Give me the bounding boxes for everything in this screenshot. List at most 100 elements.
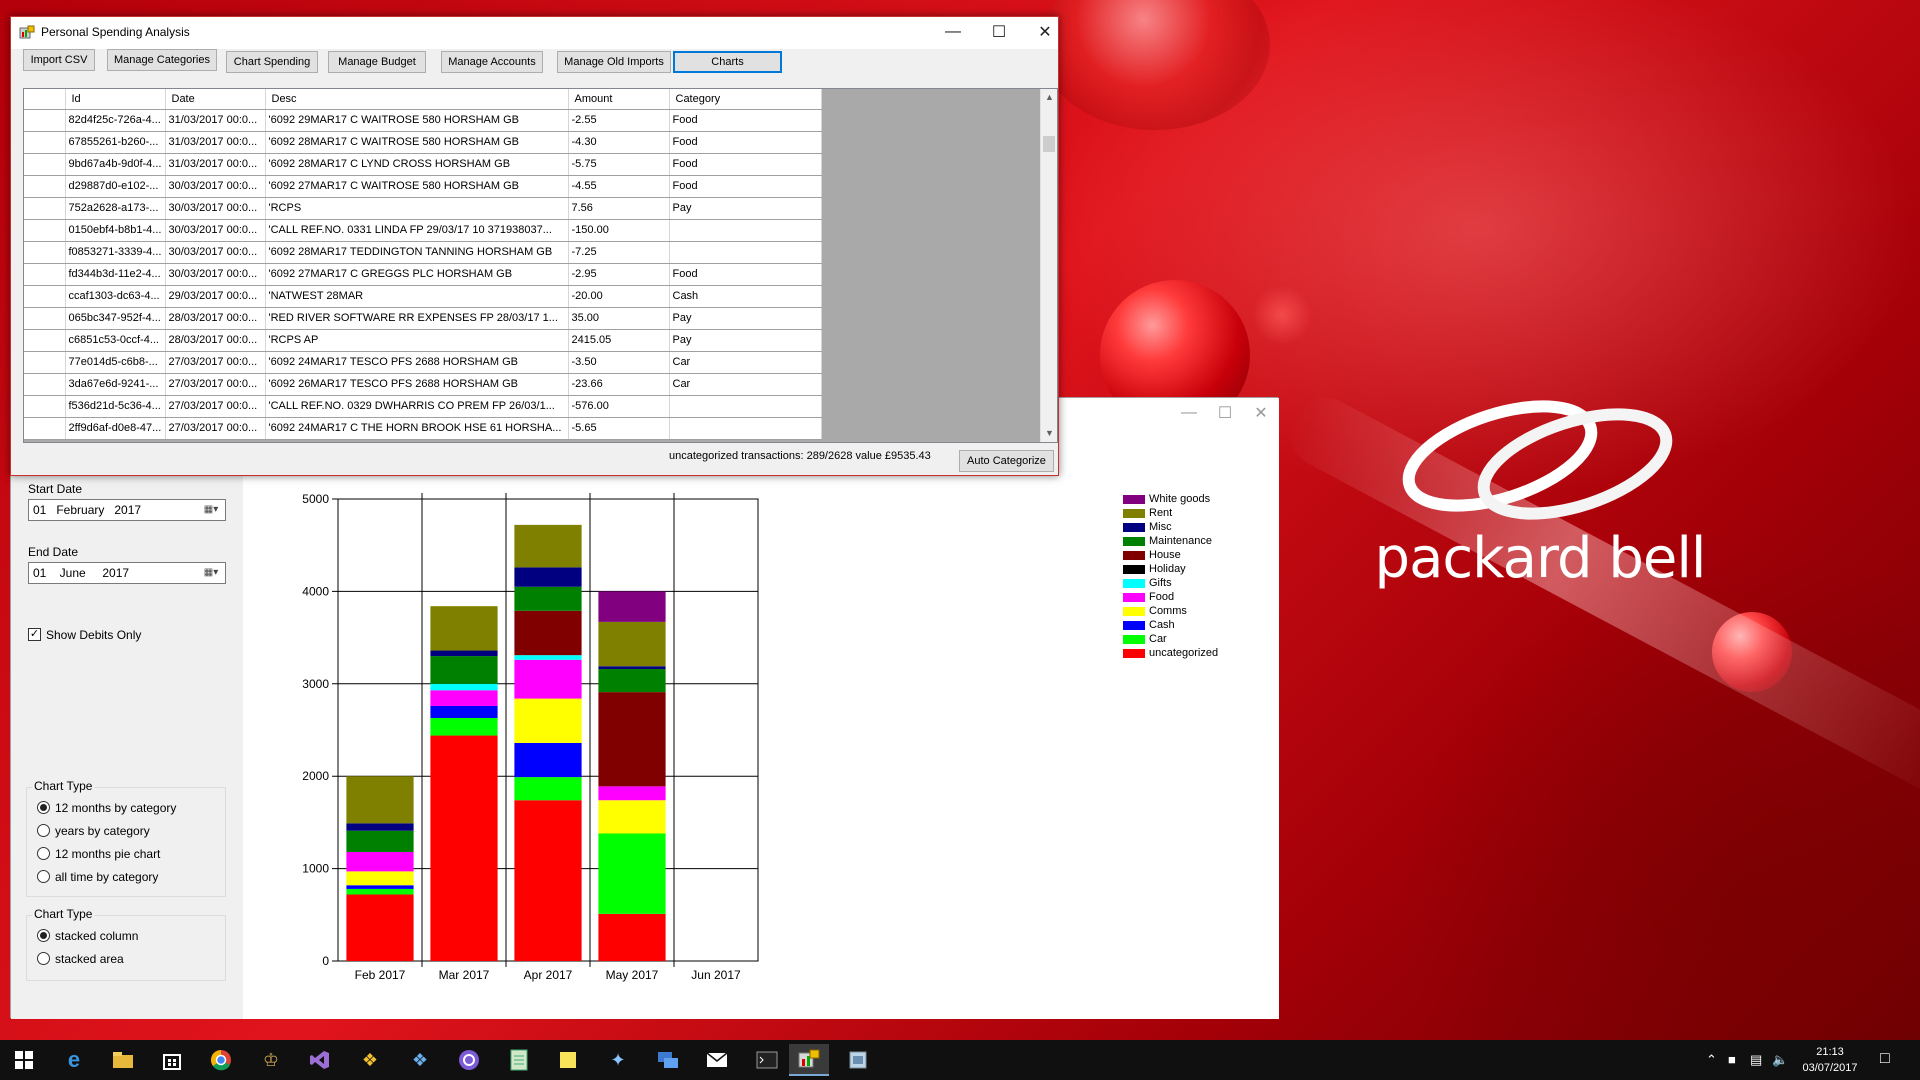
date-cell[interactable]: 28/03/2017 00:0... [165,329,266,352]
desc-column-header[interactable]: Desc [265,89,569,110]
desc-cell[interactable]: 'RED RIVER SOFTWARE RR EXPENSES FP 28/03… [265,307,569,330]
tray-app-icon[interactable]: ■ [1728,1052,1736,1067]
git-extensions-icon[interactable]: ❖ [400,1044,440,1076]
desc-cell[interactable]: '6092 27MAR17 C GREGGS PLC HORSHAM GB [265,263,569,286]
date-cell[interactable]: 27/03/2017 00:0... [165,395,266,418]
maximize-icon[interactable]: ☐ [976,17,1022,47]
edge-icon[interactable]: e [54,1044,94,1076]
category-cell[interactable] [669,395,822,418]
id-cell[interactable]: 752a2628-a173-... [65,197,166,220]
desc-cell[interactable]: 'NATWEST 28MAR [265,285,569,308]
date-cell[interactable]: 31/03/2017 00:0... [165,131,266,154]
amount-cell[interactable]: -5.65 [568,417,670,440]
id-cell[interactable]: 9bd67a4b-9d0f-4... [65,153,166,176]
screenshot-icon[interactable] [838,1044,878,1076]
desc-cell[interactable]: '6092 24MAR17 TESCO PFS 2688 HORSHAM GB [265,351,569,374]
table-row[interactable]: ccaf1303-dc63-4... 29/03/2017 00:0... 'NAT… [24,285,822,308]
sticky-notes-icon[interactable] [548,1044,588,1076]
amount-cell[interactable]: -576.00 [568,395,670,418]
tray-overflow-chevron-icon[interactable]: ⌃ [1706,1052,1717,1068]
amount-column-header[interactable]: Amount [568,89,670,110]
category-cell[interactable] [669,219,822,242]
desc-cell[interactable]: '6092 28MAR17 C LYND CROSS HORSHAM GB [265,153,569,176]
table-row[interactable]: 0150ebf4-b8b1-4... 30/03/2017 00:0... 'CAL… [24,219,822,242]
date-cell[interactable]: 31/03/2017 00:0... [165,153,266,176]
row-header-cell[interactable] [24,373,66,396]
amount-cell[interactable]: -3.50 [568,351,670,374]
game-icon[interactable]: ♔ [251,1044,291,1076]
amount-cell[interactable]: -20.00 [568,285,670,308]
manage-budget-button[interactable]: Manage Budget [328,51,426,73]
amount-cell[interactable]: 2415.05 [568,329,670,352]
date-cell[interactable]: 27/03/2017 00:0... [165,373,266,396]
chart-spending-button[interactable]: Chart Spending [226,51,318,73]
category-cell[interactable]: Food [669,175,822,198]
row-header-cell[interactable] [24,263,66,286]
row-header-cell[interactable] [24,219,66,242]
date-cell[interactable]: 30/03/2017 00:0... [165,197,266,220]
desc-cell[interactable]: 'CALL REF.NO. 0329 DWHARRIS CO PREM FP 2… [265,395,569,418]
amount-cell[interactable]: -4.30 [568,131,670,154]
date-cell[interactable]: 30/03/2017 00:0... [165,241,266,264]
date-column-header[interactable]: Date [165,89,266,110]
id-cell[interactable]: 2ff9d6af-d0e8-47... [65,417,166,440]
row-header-column[interactable] [24,89,66,110]
desc-cell[interactable]: '6092 29MAR17 C WAITROSE 580 HORSHAM GB [265,109,569,132]
table-row[interactable]: fd344b3d-11e2-4... 30/03/2017 00:0... '609… [24,263,822,286]
spending-app-icon[interactable] [789,1044,829,1076]
id-cell[interactable]: f536d21d-5c36-4... [65,395,166,418]
id-cell[interactable]: 77e014d5-c6b8-... [65,351,166,374]
amount-cell[interactable]: -5.75 [568,153,670,176]
desc-cell[interactable]: '6092 28MAR17 C WAITROSE 580 HORSHAM GB [265,131,569,154]
date-cell[interactable]: 31/03/2017 00:0... [165,109,266,132]
table-row[interactable]: 752a2628-a173-... 30/03/2017 00:0... 'RCPS… [24,197,822,220]
table-row[interactable]: 2ff9d6af-d0e8-47... 27/03/2017 00:0... '60… [24,417,822,440]
network-status-icon[interactable]: ▤ [1750,1052,1762,1068]
amount-cell[interactable]: -2.95 [568,263,670,286]
table-row[interactable]: f0853271-3339-4... 30/03/2017 00:0... '609… [24,241,822,264]
category-cell[interactable]: Car [669,351,822,374]
id-cell[interactable]: 3da67e6d-9241-... [65,373,166,396]
date-cell[interactable]: 30/03/2017 00:0... [165,175,266,198]
desc-cell[interactable]: 'CALL REF.NO. 0331 LINDA FP 29/03/17 10 … [265,219,569,242]
row-header-cell[interactable] [24,395,66,418]
row-header-cell[interactable] [24,109,66,132]
app-icon[interactable] [449,1044,489,1076]
row-header-cell[interactable] [24,131,66,154]
scroll-down-icon[interactable]: ▼ [1041,425,1057,442]
amount-cell[interactable]: -2.55 [568,109,670,132]
date-cell[interactable]: 30/03/2017 00:0... [165,219,266,242]
table-row[interactable]: 82d4f25c-726a-4... 31/03/2017 00:0... '609… [24,109,822,132]
manage-old-imports-button[interactable]: Manage Old Imports [557,51,671,73]
id-cell[interactable]: c6851c53-0ccf-4... [65,329,166,352]
mail-icon[interactable] [697,1044,737,1076]
chrome-icon[interactable] [201,1044,241,1076]
auto-categorize-button[interactable]: Auto Categorize [959,450,1054,472]
system-clock[interactable]: 21:13 03/07/2017 [1785,1044,1875,1076]
id-cell[interactable]: fd344b3d-11e2-4... [65,263,166,286]
id-column-header[interactable]: Id [65,89,166,110]
table-row[interactable]: d29887d0-e102-... 30/03/2017 00:0... '6092… [24,175,822,198]
amount-cell[interactable]: -4.55 [568,175,670,198]
row-header-cell[interactable] [24,417,66,440]
category-cell[interactable] [669,241,822,264]
scrollbar-thumb[interactable] [1043,136,1055,152]
category-cell[interactable]: Pay [669,329,822,352]
close-icon[interactable]: ✕ [1022,17,1068,47]
transactions-grid[interactable]: Id Date Desc Amount Category 82d4f25c-72… [23,88,1058,443]
charts-button[interactable]: Charts [673,51,782,73]
amount-cell[interactable]: -7.25 [568,241,670,264]
category-cell[interactable] [669,417,822,440]
category-cell[interactable]: Food [669,153,822,176]
row-header-cell[interactable] [24,285,66,308]
category-column-header[interactable]: Category [669,89,822,110]
date-cell[interactable]: 27/03/2017 00:0... [165,351,266,374]
category-cell[interactable]: Cash [669,285,822,308]
minimize-icon[interactable]: — [930,17,976,47]
table-row[interactable]: 77e014d5-c6b8-... 27/03/2017 00:0... '6092… [24,351,822,374]
category-cell[interactable]: Pay [669,197,822,220]
manage-accounts-button[interactable]: Manage Accounts [441,51,543,73]
row-header-cell[interactable] [24,351,66,374]
windows-start-icon[interactable] [4,1044,44,1076]
category-cell[interactable]: Food [669,109,822,132]
